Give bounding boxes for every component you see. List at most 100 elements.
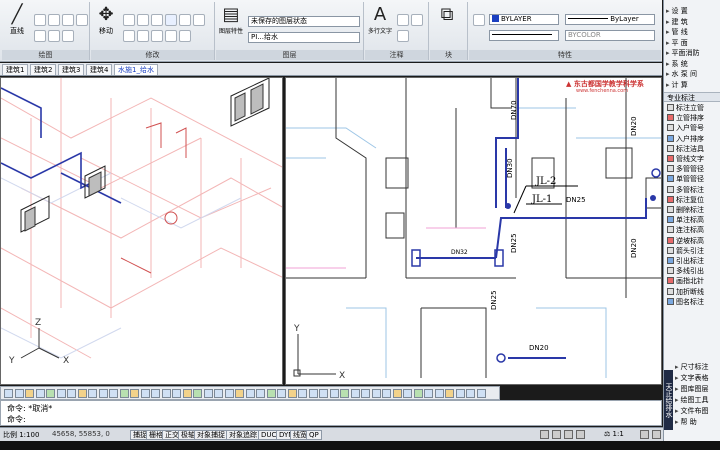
side-menu-group[interactable]: ▸ 管 线 xyxy=(666,27,719,37)
side-menu-item[interactable]: 多管标注 xyxy=(667,185,720,195)
toolbar-tool-icon[interactable] xyxy=(476,389,486,398)
toolbar-tool-icon[interactable] xyxy=(25,389,34,398)
otrack-toggle[interactable]: 对象追踪 xyxy=(226,430,260,440)
table-icon[interactable] xyxy=(397,30,409,42)
toolbar-tool-icon[interactable] xyxy=(403,389,412,398)
toolbar-tool-icon[interactable] xyxy=(245,389,255,398)
side-menu-item[interactable]: 连注标高 xyxy=(667,226,720,235)
toolbar-tool-icon[interactable] xyxy=(256,389,265,398)
tab-building-2[interactable]: 建筑2 xyxy=(30,64,57,75)
side-menu-group[interactable]: ▸ 文字表格 xyxy=(675,373,720,383)
toolbar-tool-icon[interactable] xyxy=(151,389,160,398)
toolbar-tool-icon[interactable] xyxy=(424,389,433,398)
color-dropdown[interactable]: BYLAYER xyxy=(489,14,559,25)
tab-water-supply[interactable]: 水施1_给水 xyxy=(114,64,158,75)
toolbar-tool-icon[interactable] xyxy=(172,389,181,398)
side-menu-group[interactable]: ▸ 设 置 xyxy=(666,6,719,16)
toolbar-tool-icon[interactable] xyxy=(466,389,475,398)
toolbar-tool-icon[interactable] xyxy=(392,389,402,398)
side-menu-item[interactable]: 标注复位 xyxy=(667,195,720,205)
toolbar-tool-icon[interactable] xyxy=(98,389,108,398)
side-menu-group[interactable]: ▸ 尺寸标注 xyxy=(675,362,720,372)
scale-icon[interactable] xyxy=(137,30,149,42)
toolbar-tool-icon[interactable] xyxy=(413,389,423,398)
toolbar-tool-icon[interactable] xyxy=(56,389,66,398)
annotation-zoom[interactable]: ⚖ 1:1 xyxy=(604,430,624,438)
toolbar-tool-icon[interactable] xyxy=(130,389,139,398)
toolbar-tool-icon[interactable] xyxy=(193,389,202,398)
fillet-icon[interactable] xyxy=(193,14,205,26)
side-menu-item[interactable]: 立管排序 xyxy=(667,114,720,123)
side-menu-item[interactable]: 单注标高 xyxy=(667,216,720,225)
plotstyle-dropdown[interactable]: BYCOLOR xyxy=(565,30,655,41)
toolbar-tool-icon[interactable] xyxy=(287,389,297,398)
command-prompt[interactable]: 命令: xyxy=(7,414,26,425)
layout-icon[interactable] xyxy=(552,430,561,439)
toolbar-tool-icon[interactable] xyxy=(298,389,307,398)
side-menu-item[interactable]: 画指北针 xyxy=(667,277,720,286)
side-menu-category[interactable]: 专业标注 xyxy=(664,92,720,102)
erase-icon[interactable] xyxy=(151,14,163,26)
side-menu-group[interactable]: ▸ 帮 助 xyxy=(675,417,720,427)
explode-icon[interactable] xyxy=(179,30,191,42)
command-window[interactable]: 命令: *取消* 命令: xyxy=(0,400,662,426)
side-menu-item[interactable]: 引出标注 xyxy=(667,257,720,266)
side-menu-item[interactable]: 入户排序 xyxy=(667,134,720,144)
toolbar-tool-icon[interactable] xyxy=(224,389,234,398)
layer-properties-button[interactable]: ▤ 图层特性 xyxy=(218,4,244,40)
viewport-plan[interactable]: JL-2 JL-1 DN25 DN32 DN70 DN30 DN25 DN25 … xyxy=(285,77,662,385)
move-button[interactable]: ✥ 移动 xyxy=(93,4,119,40)
toolbar-tool-icon[interactable] xyxy=(67,389,76,398)
rectangle-icon[interactable] xyxy=(76,14,88,26)
toolbar-tool-icon[interactable] xyxy=(14,389,24,398)
side-menu-item[interactable]: 标注洁具 xyxy=(667,144,720,154)
ellipse-icon[interactable] xyxy=(48,30,60,42)
side-menu-group[interactable]: ▸ 计 算 xyxy=(666,80,719,90)
tab-building-4[interactable]: 建筑4 xyxy=(86,64,113,75)
offset-icon[interactable] xyxy=(165,30,177,42)
lineweight-dropdown[interactable] xyxy=(489,30,559,41)
toolbar-tool-icon[interactable] xyxy=(308,389,318,398)
side-menu-item[interactable]: 逆坡标高 xyxy=(667,236,720,246)
leader-icon[interactable] xyxy=(411,14,423,26)
polyline-icon[interactable] xyxy=(34,14,46,26)
side-menu-item[interactable]: 单管管径 xyxy=(667,175,720,184)
hatch-icon[interactable] xyxy=(34,30,46,42)
viewport-isometric[interactable]: Z Y X xyxy=(0,77,283,385)
layer-dropdown[interactable]: PI...给水 xyxy=(248,32,360,43)
osnap-toggle[interactable]: 对象捕捉 xyxy=(194,430,228,440)
lock-icon[interactable] xyxy=(652,430,661,439)
side-menu-item[interactable]: 加折断线 xyxy=(667,287,720,297)
mtext-button[interactable]: A 多行文字 xyxy=(367,4,393,40)
linetype-dropdown[interactable]: ByLayer xyxy=(565,14,655,25)
side-menu-item[interactable]: 删除标注 xyxy=(667,206,720,215)
toolbar-tool-icon[interactable] xyxy=(77,389,87,398)
side-menu-item[interactable]: 标注立管 xyxy=(667,104,720,113)
toolbar-tool-icon[interactable] xyxy=(340,389,349,398)
layer-state-dropdown[interactable]: 未保存的图层状态 xyxy=(248,16,360,27)
side-menu-item[interactable]: 管线文字 xyxy=(667,155,720,164)
zoom-icon[interactable] xyxy=(576,430,585,439)
toolbar-tool-icon[interactable] xyxy=(319,389,328,398)
toolbar-tool-icon[interactable] xyxy=(46,389,55,398)
side-menu-group[interactable]: ▸ 系 统 xyxy=(666,59,719,69)
side-menu-group[interactable]: ▸ 文件布图 xyxy=(675,406,720,416)
tab-building-1[interactable]: 建筑1 xyxy=(2,64,29,75)
qp-toggle[interactable]: QP xyxy=(306,430,322,440)
toolbar-tool-icon[interactable] xyxy=(161,389,171,398)
match-properties-icon[interactable] xyxy=(473,14,485,26)
toolbar-tool-icon[interactable] xyxy=(329,389,339,398)
dimension-icon[interactable] xyxy=(397,14,409,26)
circle-icon[interactable] xyxy=(48,14,60,26)
toolbar-tool-icon[interactable] xyxy=(382,389,391,398)
toolbar-tool-icon[interactable] xyxy=(182,389,192,398)
toolbar-tool-icon[interactable] xyxy=(35,389,45,398)
toolbar-tool-icon[interactable] xyxy=(214,389,223,398)
tab-building-3[interactable]: 建筑3 xyxy=(58,64,85,75)
copy-icon[interactable] xyxy=(165,14,177,26)
toolbar-tool-icon[interactable] xyxy=(140,389,150,398)
mirror-icon[interactable] xyxy=(179,14,191,26)
toolbar-tool-icon[interactable] xyxy=(119,389,129,398)
toolbar-tool-icon[interactable] xyxy=(455,389,465,398)
line-button[interactable]: ╱ 直线 xyxy=(4,4,30,40)
